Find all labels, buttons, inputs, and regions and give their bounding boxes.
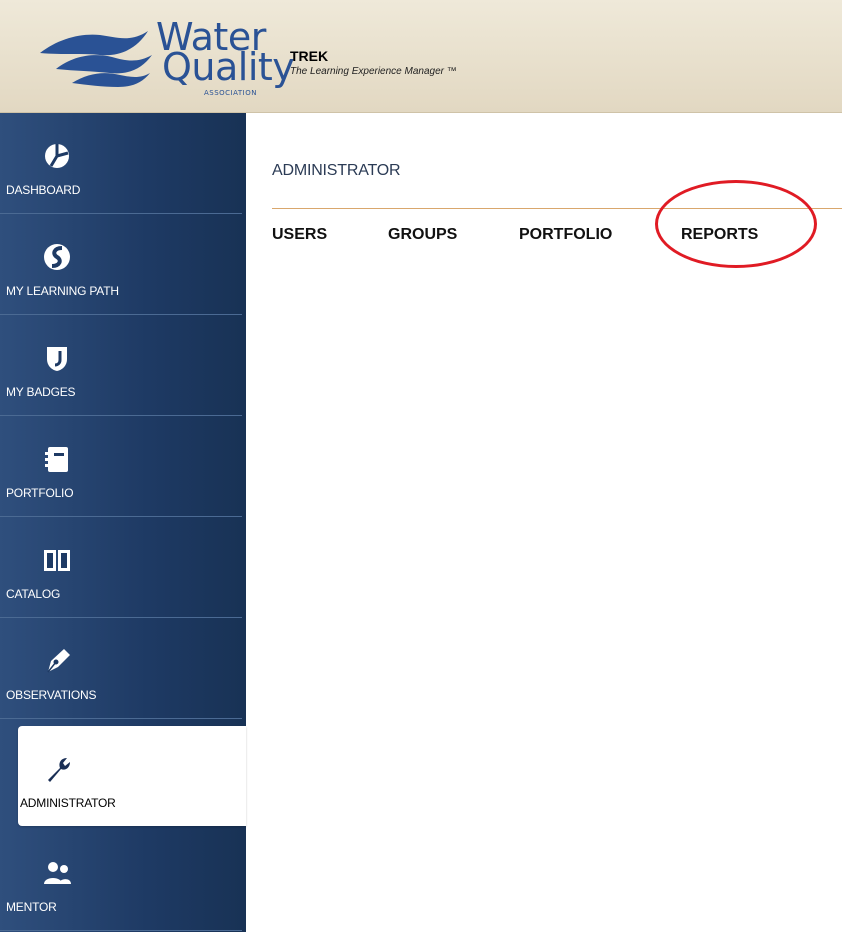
sidebar-item-administrator[interactable]: ADMINISTRATOR <box>18 726 246 826</box>
sidebar-item-label: PORTFOLIO <box>6 486 74 500</box>
reports-highlight-annotation <box>655 180 817 268</box>
sidebar-item-label: CATALOG <box>6 587 61 601</box>
main-content: ADMINISTRATOR USERS GROUPS PORTFOLIO REP… <box>246 113 842 932</box>
sidebar-item-label: DASHBOARD <box>6 183 81 197</box>
page-title: ADMINISTRATOR <box>272 162 401 179</box>
mentor-people-icon <box>44 862 71 884</box>
sidebar-item-label: ADMINISTRATOR <box>20 796 116 810</box>
sidebar-item-observations[interactable]: OBSERVATIONS <box>0 618 242 719</box>
sidebar-item-my-badges[interactable]: MY BADGES <box>0 315 242 416</box>
sidebar-item-portfolio[interactable]: PORTFOLIO <box>0 416 242 517</box>
sidebar-item-my-learning-path[interactable]: MY LEARNING PATH <box>0 214 242 315</box>
app-title: TREK <box>290 48 329 64</box>
sidebar-nav: DASHBOARD MY LEARNING PATH MY BADGES POR… <box>0 113 246 932</box>
badge-shield-icon <box>47 347 67 371</box>
sidebar-item-dashboard[interactable]: DASHBOARD <box>0 113 242 214</box>
learning-path-icon <box>44 244 70 270</box>
sidebar-item-mentor[interactable]: MENTOR <box>0 830 242 931</box>
portfolio-notebook-icon <box>45 447 68 472</box>
sidebar-item-label: MY BADGES <box>6 385 76 399</box>
tab-portfolio[interactable]: PORTFOLIO <box>519 226 612 244</box>
brand-block: TREK The Learning Experience Manager ™ <box>290 49 457 77</box>
sidebar-item-catalog[interactable]: CATALOG <box>0 517 242 618</box>
logo-word-quality: Quality <box>162 45 295 89</box>
app-subtitle: The Learning Experience Manager ™ <box>290 66 457 77</box>
tab-reports[interactable]: REPORTS <box>681 226 758 244</box>
sidebar-item-label: MENTOR <box>6 900 57 914</box>
dashboard-pie-icon <box>45 144 69 168</box>
sidebar-item-label: OBSERVATIONS <box>6 688 97 702</box>
wrench-icon <box>48 758 70 782</box>
water-wave-logo-icon <box>40 31 152 87</box>
tab-users[interactable]: USERS <box>272 226 327 244</box>
pen-nib-icon <box>47 649 70 673</box>
logo-association: ASSOCIATION <box>204 89 257 97</box>
tab-divider <box>272 208 842 209</box>
app-header: Water Quality ASSOCIATION TREK The Learn… <box>0 0 842 113</box>
catalog-book-icon <box>44 550 70 571</box>
sidebar-item-label: MY LEARNING PATH <box>6 284 119 298</box>
tab-groups[interactable]: GROUPS <box>388 226 457 244</box>
logo-text: Water Quality ASSOCIATION <box>156 18 295 97</box>
